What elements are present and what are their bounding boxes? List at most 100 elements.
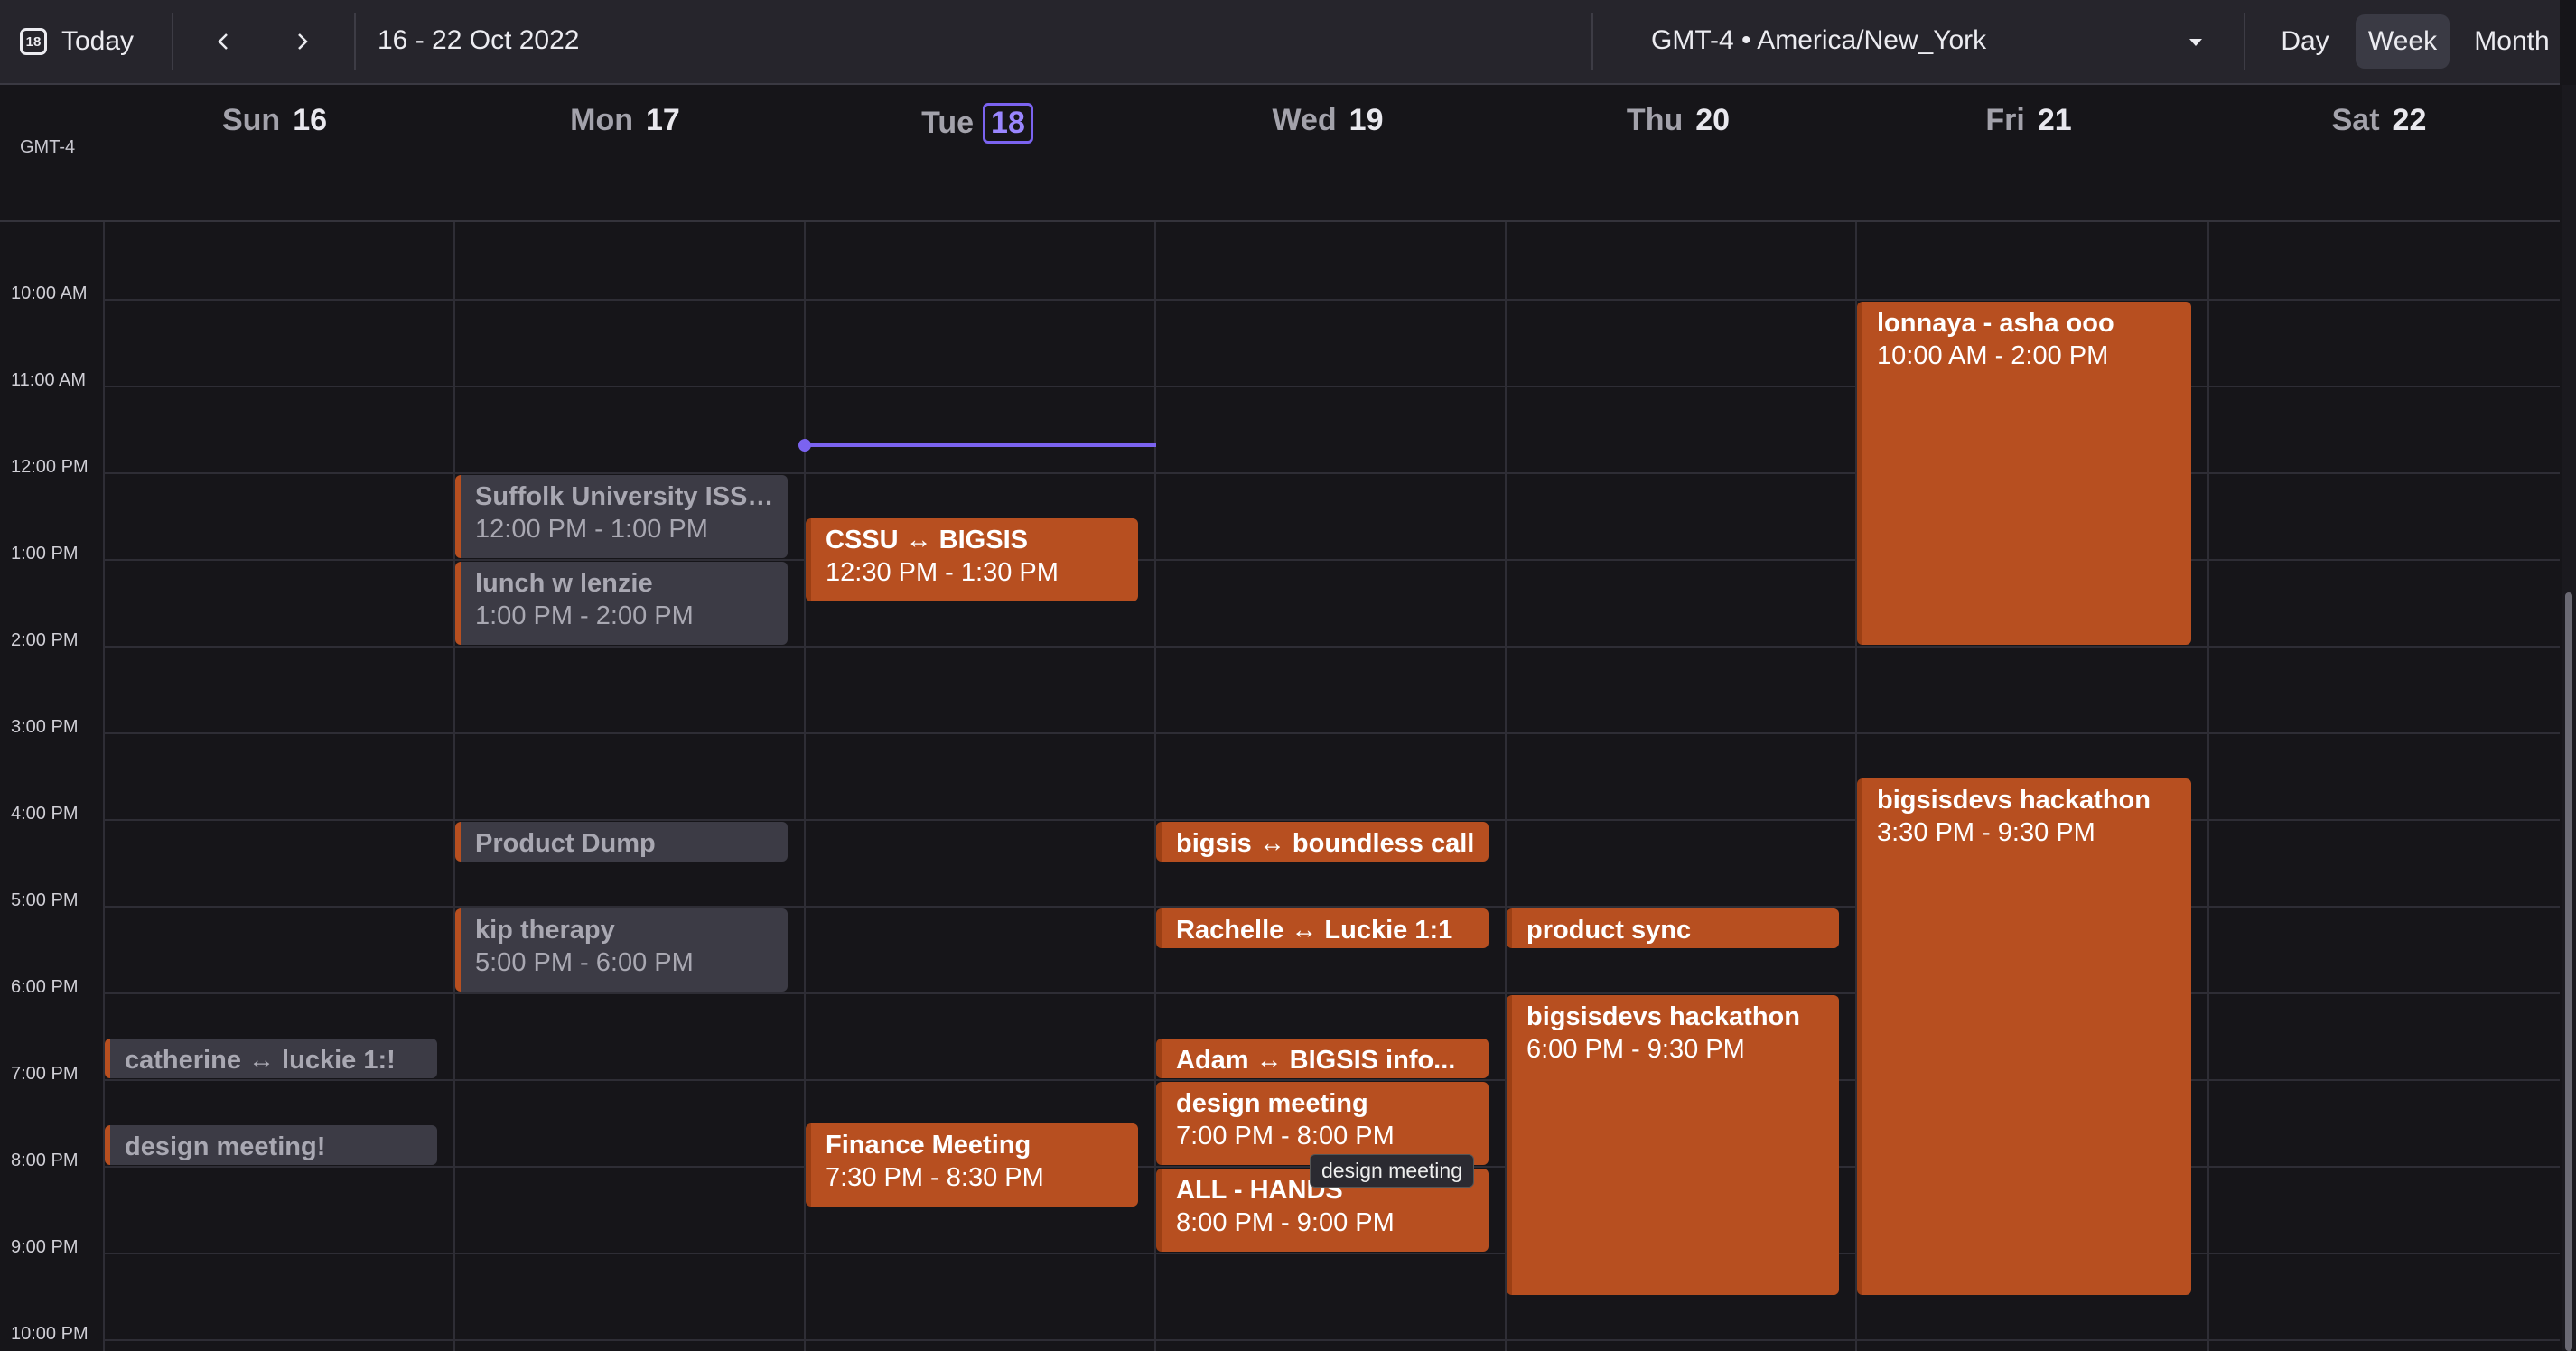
event-time: 5:00 PM - 6:00 PM	[475, 948, 694, 977]
event-title: design meeting!	[125, 1132, 326, 1161]
event-card[interactable]: catherine ↔ luckie 1:!	[105, 1039, 437, 1078]
day-header-mon[interactable]: Mon 17	[450, 103, 800, 138]
day-header-sat[interactable]: Sat 22	[2204, 103, 2554, 138]
event-card[interactable]: Adam ↔ BIGSIS info...	[1156, 1039, 1489, 1078]
day-header-fri[interactable]: Fri 21	[1853, 103, 2204, 138]
event-title: bigsis ↔ boundless call	[1176, 829, 1475, 858]
hour-label: 1:00 PM	[11, 544, 79, 564]
event-title: product sync	[1526, 916, 1692, 945]
event-title: catherine ↔ luckie 1:!	[125, 1046, 396, 1075]
timezone-short-label: GMT-4	[20, 137, 76, 157]
column-divider	[103, 222, 105, 1351]
event-card[interactable]: CSSU ↔ BIGSIS 12:30 PM - 1:30 PM	[806, 518, 1138, 601]
event-time: 12:00 PM - 1:00 PM	[475, 515, 708, 544]
event-card[interactable]: Product Dump	[455, 822, 788, 862]
hour-line	[103, 992, 2560, 994]
event-tooltip: design meeting	[1310, 1154, 1474, 1188]
next-week-button[interactable]	[280, 20, 323, 63]
calendar-icon: 18	[20, 28, 47, 55]
event-title: Adam ↔ BIGSIS info...	[1176, 1046, 1456, 1075]
previous-week-button[interactable]	[202, 20, 246, 63]
event-card[interactable]: kip therapy 5:00 PM - 6:00 PM	[455, 908, 788, 992]
day-name: Wed	[1272, 103, 1337, 137]
event-time: 7:00 PM - 8:00 PM	[1176, 1122, 1395, 1151]
event-card[interactable]: Suffolk University ISSO... 12:00 PM - 1:…	[455, 475, 788, 558]
timezone-select[interactable]: GMT-4 • America/New_York	[1651, 25, 1986, 56]
day-number: 21	[2037, 103, 2072, 137]
hour-label: 10:00 AM	[11, 284, 88, 303]
event-card[interactable]: bigsis ↔ boundless call	[1156, 822, 1489, 862]
column-divider	[2207, 222, 2209, 1351]
event-title: Product Dump	[475, 829, 656, 858]
event-time: 6:00 PM - 9:30 PM	[1526, 1035, 1745, 1064]
event-title: CSSU ↔ BIGSIS	[826, 526, 1028, 554]
chevron-right-icon	[298, 33, 308, 50]
event-title: lonnaya - asha ooo	[1877, 309, 2114, 338]
day-name: Sat	[2331, 103, 2380, 137]
toolbar-divider	[2244, 13, 2245, 70]
event-card[interactable]: design meeting 7:00 PM - 8:00 PM	[1156, 1082, 1489, 1165]
day-number: 17	[646, 103, 680, 137]
day-name: Fri	[1985, 103, 2025, 137]
hour-label: 12:00 PM	[11, 457, 89, 477]
event-title: bigsisdevs hackathon	[1877, 786, 2151, 815]
event-card[interactable]: bigsisdevs hackathon 6:00 PM - 9:30 PM	[1507, 995, 1839, 1295]
chevron-down-icon[interactable]	[2180, 27, 2211, 58]
view-week-button[interactable]: Week	[2356, 14, 2450, 69]
event-card[interactable]: Rachelle ↔ Luckie 1:1	[1156, 908, 1489, 948]
event-title: kip therapy	[475, 916, 615, 945]
day-header-wed[interactable]: Wed 19	[1153, 103, 1503, 138]
event-title: lunch w lenzie	[475, 569, 653, 598]
current-time-line	[804, 443, 1156, 447]
event-title: bigsisdevs hackathon	[1526, 1002, 1800, 1031]
time-grid[interactable]: 10:00 AM 11:00 AM 12:00 PM 1:00 PM 2:00 …	[0, 222, 2560, 1351]
event-card[interactable]: lunch w lenzie 1:00 PM - 2:00 PM	[455, 562, 788, 645]
event-title: Finance Meeting	[826, 1131, 1031, 1160]
event-card[interactable]: bigsisdevs hackathon 3:30 PM - 9:30 PM	[1857, 778, 2191, 1295]
event-time: 10:00 AM - 2:00 PM	[1877, 341, 2109, 370]
today-day-number: 18	[983, 103, 1033, 144]
hour-line	[103, 732, 2560, 734]
all-day-row[interactable]	[0, 163, 2560, 222]
column-divider	[453, 222, 455, 1351]
toolbar-divider	[1591, 13, 1593, 70]
hour-label: 8:00 PM	[11, 1151, 79, 1170]
view-day-button[interactable]: Day	[2267, 14, 2343, 69]
event-title: Rachelle ↔ Luckie 1:1	[1176, 916, 1453, 945]
view-month-button[interactable]: Month	[2462, 14, 2562, 69]
day-name: Mon	[570, 103, 634, 137]
event-card[interactable]: product sync	[1507, 908, 1839, 948]
hour-line	[103, 559, 2560, 561]
hour-label: 7:00 PM	[11, 1064, 79, 1084]
hour-line	[103, 1253, 2560, 1254]
day-name: Thu	[1626, 103, 1684, 137]
toolbar-divider	[354, 13, 356, 70]
event-card[interactable]: lonnaya - asha ooo 10:00 AM - 2:00 PM	[1857, 302, 2191, 645]
day-number: 22	[2392, 103, 2427, 137]
scrollbar-thumb[interactable]	[2565, 592, 2572, 1351]
hour-line	[103, 819, 2560, 821]
hour-line	[103, 1339, 2560, 1341]
date-range-label: 16 - 22 Oct 2022	[378, 25, 580, 55]
event-time: 12:30 PM - 1:30 PM	[826, 558, 1059, 587]
event-time: 3:30 PM - 9:30 PM	[1877, 818, 2095, 847]
event-card[interactable]: Finance Meeting 7:30 PM - 8:30 PM	[806, 1123, 1138, 1207]
day-header-thu[interactable]: Thu 20	[1503, 103, 1853, 138]
hour-line	[103, 906, 2560, 908]
event-time: 1:00 PM - 2:00 PM	[475, 601, 694, 630]
event-title: Suffolk University ISSO...	[475, 482, 777, 511]
today-button[interactable]: 18 Today	[20, 18, 134, 65]
event-time: 7:30 PM - 8:30 PM	[826, 1163, 1044, 1192]
hour-line	[103, 472, 2560, 474]
hour-line	[103, 646, 2560, 648]
today-label: Today	[61, 26, 135, 56]
day-header-tue[interactable]: Tue 18	[802, 103, 1153, 144]
hour-line	[103, 299, 2560, 301]
hour-label: 10:00 PM	[11, 1324, 89, 1344]
hour-line	[103, 1079, 2560, 1081]
hour-label: 9:00 PM	[11, 1237, 79, 1257]
hour-label: 6:00 PM	[11, 977, 79, 997]
event-card[interactable]: design meeting!	[105, 1125, 437, 1165]
day-header-sun[interactable]: Sun 16	[99, 103, 450, 138]
toolbar-divider	[172, 13, 173, 70]
